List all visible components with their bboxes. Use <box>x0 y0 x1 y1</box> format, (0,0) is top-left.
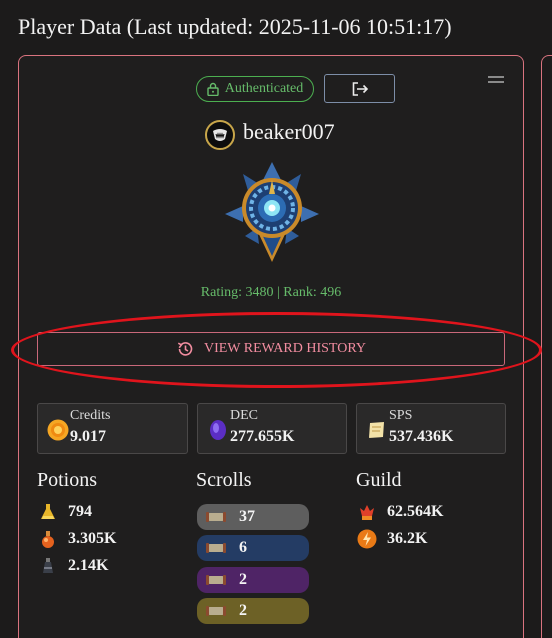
sps-stat-box: SPS 537.436K <box>356 403 506 454</box>
scroll-count: 6 <box>239 539 247 556</box>
guild-merit-icon <box>357 529 377 549</box>
dec-stat-box: DEC 277.655K <box>197 403 347 454</box>
gold-potion-icon <box>38 502 58 522</box>
potion-row: 794 <box>38 502 92 522</box>
scroll-pill-common: 37 <box>197 504 309 530</box>
history-icon <box>177 342 193 356</box>
scroll-count: 2 <box>239 602 247 619</box>
scroll-pill-epic: 2 <box>197 567 309 593</box>
lock-icon <box>207 82 219 96</box>
auth-status-badge: Authenticated <box>196 76 314 102</box>
guild-merit-value: 36.2K <box>387 530 428 547</box>
guild-title: Guild <box>356 469 402 491</box>
rating-rank-text: Rating: 3480 | Rank: 496 <box>200 285 342 300</box>
gold-potion-value: 794 <box>68 503 92 520</box>
scroll-count: 37 <box>239 508 255 525</box>
sps-label: SPS <box>389 408 413 423</box>
next-card-edge <box>541 55 552 638</box>
league-emblem-icon <box>225 162 319 262</box>
scroll-pill-legendary: 2 <box>197 598 309 624</box>
scrolls-title: Scrolls <box>196 469 252 491</box>
monster-avatar-icon <box>213 129 227 141</box>
dec-value: 277.655K <box>230 428 295 445</box>
avatar <box>205 120 235 150</box>
auth-status-label: Authenticated <box>224 81 304 96</box>
scroll-icon <box>206 543 226 553</box>
credits-coin-icon <box>47 419 69 441</box>
guild-crown-icon <box>357 502 377 522</box>
credits-value: 9.017 <box>70 428 106 445</box>
scroll-count: 2 <box>239 571 247 588</box>
guild-crown-value: 62.564K <box>387 503 444 520</box>
scroll-icon <box>206 512 226 522</box>
guild-row: 36.2K <box>357 529 427 549</box>
scroll-icon <box>206 606 226 616</box>
potion-row: 2.14K <box>38 556 108 576</box>
reward-history-label: VIEW REWARD HISTORY <box>203 341 367 356</box>
potion-row: 3.305K <box>38 529 116 549</box>
scroll-icon <box>206 575 226 585</box>
guild-row: 62.564K <box>357 502 443 522</box>
credits-label: Credits <box>70 408 111 423</box>
legendary-potion-icon <box>38 529 58 549</box>
dec-gem-icon <box>210 420 226 440</box>
alchemy-potion-icon <box>38 556 58 576</box>
view-reward-history-button[interactable]: VIEW REWARD HISTORY <box>37 332 505 366</box>
credits-stat-box: Credits 9.017 <box>37 403 188 454</box>
dec-label: DEC <box>230 408 258 423</box>
sps-value: 537.436K <box>389 428 454 445</box>
scroll-pill-rare: 6 <box>197 535 309 561</box>
player-card: Authenticated beaker007 Rating: 3480 | R… <box>18 55 524 638</box>
sps-scroll-icon <box>369 422 384 438</box>
alchemy-potion-value: 2.14K <box>68 557 109 574</box>
drag-handle-icon[interactable] <box>488 76 504 85</box>
logout-button[interactable] <box>324 74 395 103</box>
legendary-potion-value: 3.305K <box>68 530 117 547</box>
logout-icon <box>352 81 368 96</box>
page-title: Player Data (Last updated: 2025-11-06 10… <box>18 14 452 39</box>
username: beaker007 <box>243 119 335 144</box>
potions-title: Potions <box>37 469 98 491</box>
